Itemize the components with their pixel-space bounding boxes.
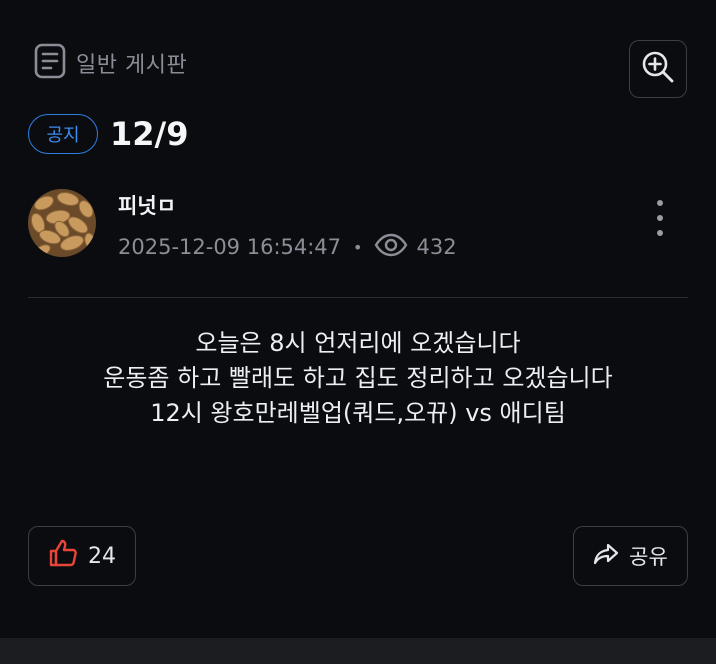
- like-button[interactable]: 24: [28, 526, 136, 586]
- divider: [28, 297, 688, 298]
- board-name: 일반 게시판: [76, 53, 188, 78]
- content-line: 오늘은 8시 언저리에 오겠습니다: [195, 329, 521, 357]
- document-list-icon: [34, 43, 66, 83]
- avatar[interactable]: [28, 189, 96, 257]
- zoom-button[interactable]: [629, 40, 687, 98]
- eye-icon: [374, 233, 408, 262]
- content-line: 운동좀 하고 빨래도 하고 집도 정리하고 오겠습니다: [103, 364, 613, 392]
- like-count: 24: [88, 543, 116, 569]
- post-timestamp: 2025-12-09 16:54:47: [118, 235, 342, 259]
- author-name[interactable]: 피넛ㅁ: [118, 190, 176, 220]
- thumbs-up-icon: [48, 538, 78, 574]
- notice-badge: 공지: [28, 114, 98, 154]
- content-line: 12시 왕호만레벨업(쿼드,오뀨) vs 애디팀: [150, 399, 566, 427]
- more-options-button[interactable]: [648, 200, 672, 236]
- view-count: 432: [416, 235, 457, 259]
- share-label: 공유: [629, 545, 668, 569]
- post-content: 오늘은 8시 언저리에 오겠습니다 운동좀 하고 빨래도 하고 집도 정리하고 …: [28, 326, 688, 431]
- dot-icon: [657, 200, 663, 206]
- share-button[interactable]: 공유: [573, 526, 688, 586]
- board-header[interactable]: 일반 게시판: [34, 43, 188, 83]
- share-arrow-icon: [593, 542, 619, 571]
- zoom-in-icon: [641, 50, 675, 88]
- post-title: 12/9: [110, 115, 189, 153]
- post-meta: 2025-12-09 16:54:47 • 432: [118, 232, 457, 262]
- dot-icon: [657, 215, 663, 221]
- dot-icon: [657, 230, 663, 236]
- meta-separator: •: [353, 237, 363, 257]
- bottom-bar: [0, 638, 716, 664]
